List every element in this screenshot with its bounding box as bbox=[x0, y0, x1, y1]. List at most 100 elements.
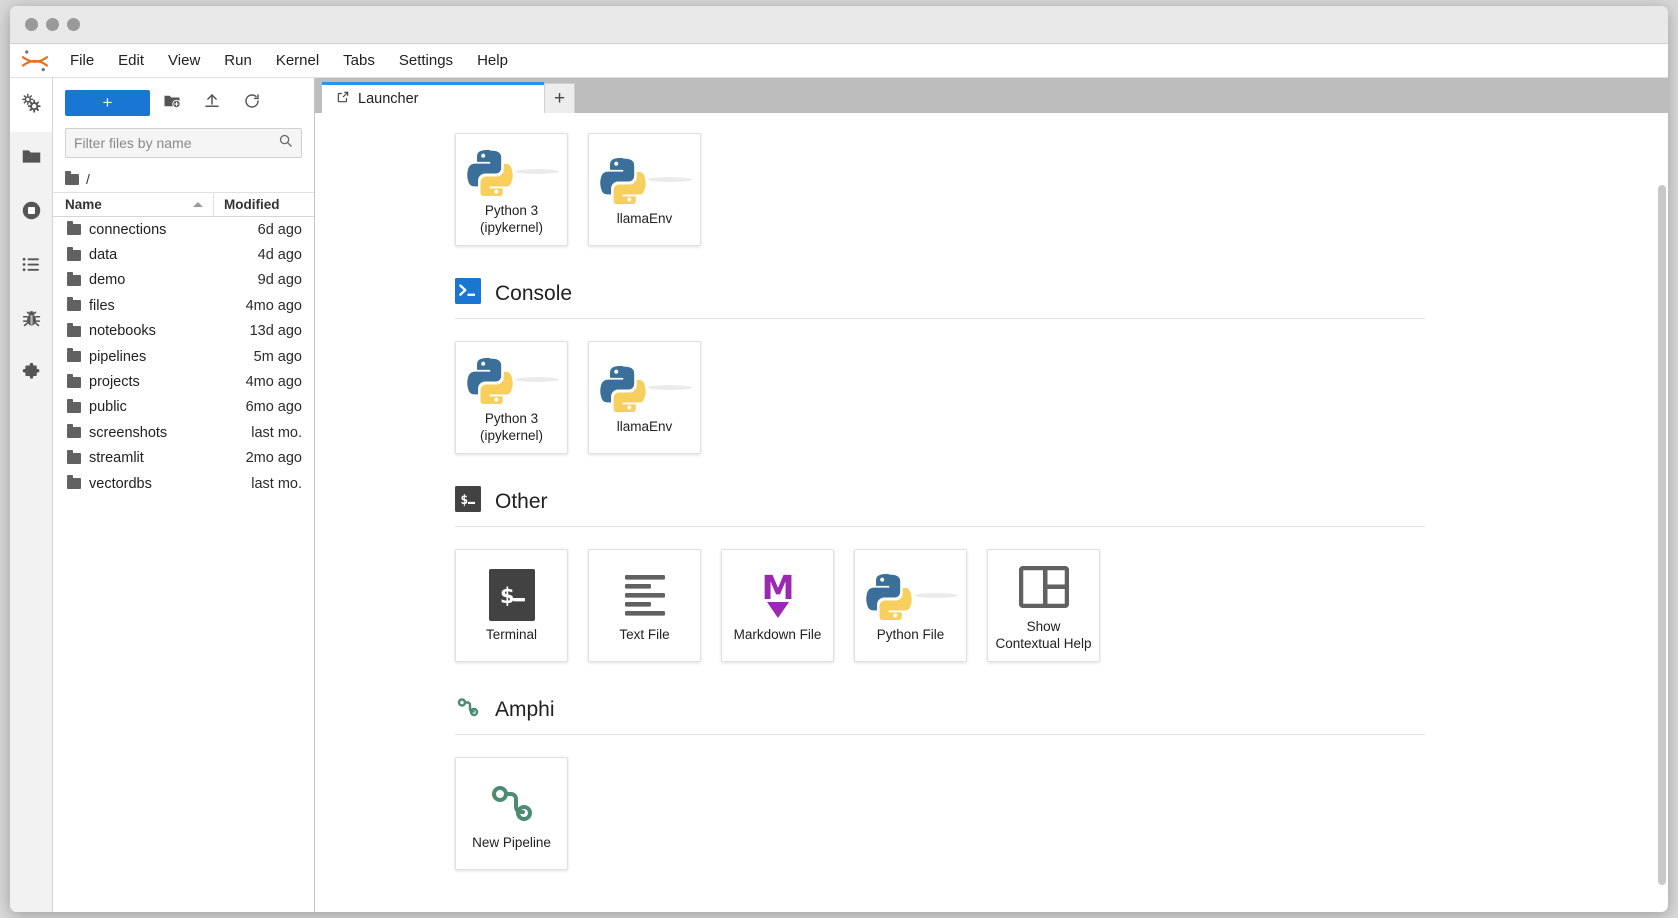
launcher-card[interactable]: Text File bbox=[588, 549, 701, 662]
launcher-card[interactable]: llamaEnv bbox=[588, 133, 701, 246]
folder-icon bbox=[67, 475, 81, 490]
sidebar-item-file-browser[interactable] bbox=[10, 132, 52, 186]
sidebar-item-debugger[interactable] bbox=[10, 294, 52, 348]
tab-launcher[interactable]: Launcher bbox=[322, 82, 544, 113]
folder-icon bbox=[67, 246, 81, 261]
menu-edit[interactable]: Edit bbox=[107, 48, 155, 73]
column-header-name[interactable]: Name bbox=[53, 193, 214, 216]
folder-icon bbox=[67, 297, 81, 312]
search-input[interactable] bbox=[74, 135, 278, 151]
sidebar-item-extension-manager[interactable] bbox=[10, 348, 52, 402]
file-name: files bbox=[89, 297, 115, 314]
console-terminal-icon bbox=[455, 278, 481, 309]
folder-icon bbox=[21, 146, 42, 172]
sidebar-icon-rail bbox=[10, 78, 53, 912]
file-list: connections 6d ago data 4d ago demo 9d ago fil… bbox=[53, 217, 314, 912]
refresh-button[interactable] bbox=[234, 88, 270, 118]
menu-kernel[interactable]: Kernel bbox=[265, 48, 330, 73]
tab-label: Launcher bbox=[358, 91, 419, 107]
launcher-card-row: New Pipeline bbox=[455, 757, 1575, 870]
file-list-item[interactable]: notebooks 13d ago bbox=[53, 319, 314, 344]
folder-icon bbox=[67, 373, 81, 388]
amphi-pipeline-icon bbox=[486, 775, 538, 831]
puzzle-icon bbox=[21, 362, 42, 388]
menu-run[interactable]: Run bbox=[213, 48, 263, 73]
tab-bar: Launcher + bbox=[315, 78, 1668, 113]
folder-icon bbox=[67, 221, 81, 236]
upload-icon bbox=[203, 92, 221, 115]
menu-settings[interactable]: Settings bbox=[388, 48, 464, 73]
menu-view[interactable]: View bbox=[157, 48, 211, 73]
title-bar bbox=[10, 6, 1668, 44]
file-name: demo bbox=[89, 272, 126, 289]
launcher-card[interactable]: New Pipeline bbox=[455, 757, 568, 870]
launcher-card[interactable]: Python 3 (ipykernel) bbox=[455, 133, 568, 246]
file-name: connections bbox=[89, 221, 167, 238]
dollar-terminal-icon: $ bbox=[455, 486, 481, 517]
launcher-card-label: New Pipeline bbox=[472, 835, 551, 851]
file-modified: last mo. bbox=[251, 424, 302, 441]
new-folder-button[interactable] bbox=[154, 88, 190, 118]
launcher-card-label: llamaEnv bbox=[616, 419, 673, 435]
new-launcher-button[interactable]: + bbox=[65, 90, 150, 116]
launcher-card-row: $ Terminal Text File M Markdown File Python F… bbox=[455, 549, 1575, 662]
window-close-button[interactable] bbox=[25, 18, 38, 31]
launcher-card[interactable]: llamaEnv bbox=[588, 341, 701, 454]
app-window: File Edit View Run Kernel Tabs Settings … bbox=[10, 6, 1668, 912]
file-list-item[interactable]: projects 4mo ago bbox=[53, 369, 314, 394]
launcher-icon bbox=[336, 90, 350, 108]
file-list-item[interactable]: pipelines 5m ago bbox=[53, 344, 314, 369]
new-folder-icon bbox=[163, 92, 181, 115]
main-area: Launcher + Python 3 (ipykernel) llamaEnv Co… bbox=[315, 78, 1668, 912]
file-list-item[interactable]: screenshots last mo. bbox=[53, 420, 314, 445]
file-list-item[interactable]: demo 9d ago bbox=[53, 268, 314, 293]
launcher-card[interactable]: Show Contextual Help bbox=[987, 549, 1100, 662]
upload-button[interactable] bbox=[194, 88, 230, 118]
file-modified: 9d ago bbox=[257, 272, 302, 289]
launcher-sections: Python 3 (ipykernel) llamaEnv Console Python… bbox=[315, 133, 1615, 870]
folder-icon bbox=[65, 170, 79, 185]
launcher-card[interactable]: $ Terminal bbox=[455, 549, 568, 662]
file-list-item[interactable]: streamlit 2mo ago bbox=[53, 446, 314, 471]
breadcrumb[interactable]: / bbox=[53, 166, 314, 192]
window-minimize-button[interactable] bbox=[46, 18, 59, 31]
launcher-card[interactable]: Python File bbox=[854, 549, 967, 662]
launcher-card[interactable]: Python 3 (ipykernel) bbox=[455, 341, 568, 454]
launcher-card-label: Python File bbox=[876, 627, 945, 643]
file-list-header: Name Modified bbox=[53, 192, 314, 217]
window-maximize-button[interactable] bbox=[67, 18, 80, 31]
folder-icon bbox=[67, 398, 81, 413]
gears-icon bbox=[20, 92, 42, 119]
refresh-icon bbox=[243, 92, 261, 115]
menu-file[interactable]: File bbox=[59, 48, 105, 73]
file-list-item[interactable]: data 4d ago bbox=[53, 242, 314, 267]
section-divider bbox=[455, 318, 1425, 319]
new-tab-button[interactable]: + bbox=[544, 83, 575, 113]
column-header-modified-label: Modified bbox=[224, 197, 280, 212]
launcher-card-label: Python 3 (ipykernel) bbox=[479, 202, 544, 235]
folder-icon bbox=[67, 348, 81, 363]
menu-help[interactable]: Help bbox=[466, 48, 519, 73]
menu-tabs[interactable]: Tabs bbox=[332, 48, 386, 73]
svg-text:M: M bbox=[761, 569, 794, 607]
sidebar-item-table-of-contents[interactable] bbox=[10, 240, 52, 294]
file-list-item[interactable]: public 6mo ago bbox=[53, 395, 314, 420]
launcher-card[interactable]: M Markdown File bbox=[721, 549, 834, 662]
section-divider bbox=[455, 734, 1425, 735]
folder-icon bbox=[67, 271, 81, 286]
launcher-scrollbar[interactable] bbox=[1658, 185, 1666, 885]
file-list-item[interactable]: files 4mo ago bbox=[53, 293, 314, 318]
filter-files-field[interactable] bbox=[65, 128, 302, 158]
file-modified: 6mo ago bbox=[245, 399, 302, 416]
file-modified: 4mo ago bbox=[245, 374, 302, 391]
file-list-item[interactable]: connections 6d ago bbox=[53, 217, 314, 242]
file-name: screenshots bbox=[89, 424, 168, 441]
sidebar-item-running-sessions[interactable] bbox=[10, 186, 52, 240]
launcher-card-label: Text File bbox=[619, 627, 670, 643]
python-logo-icon bbox=[598, 359, 692, 415]
file-name: notebooks bbox=[89, 323, 156, 340]
sidebar-item-property-inspector[interactable] bbox=[10, 78, 52, 132]
column-header-modified[interactable]: Modified bbox=[214, 193, 314, 216]
file-list-item[interactable]: vectordbs last mo. bbox=[53, 471, 314, 496]
file-modified: last mo. bbox=[251, 475, 302, 492]
